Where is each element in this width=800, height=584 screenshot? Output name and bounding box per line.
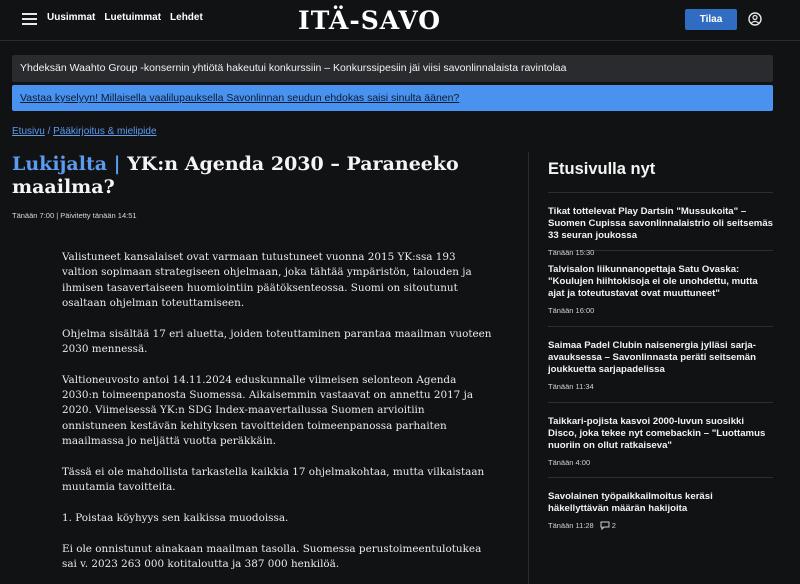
sidebar-list: Tikat tottelevat Play Dartsin "Mussukoit…	[548, 192, 773, 530]
poll-link[interactable]: Vastaa kyselyyn! Millaisella vaalilupauk…	[20, 92, 459, 104]
article-title: Lukijalta | YK:n Agenda 2030 – Paraneeko…	[12, 153, 512, 199]
comment-icon	[600, 521, 610, 530]
sidebar-item-headline[interactable]: Tikat tottelevat Play Dartsin "Mussukoit…	[548, 206, 773, 242]
nav-link-luetuimmat[interactable]: Luetuimmat	[104, 12, 161, 23]
comment-count[interactable]: 2	[600, 521, 616, 530]
timestamp: Tänään 11:34	[548, 382, 594, 391]
timestamp: Tänään 4:00	[548, 458, 591, 467]
article-meta: Tänään 7:00 | Päivitetty tänään 14:51	[12, 211, 137, 220]
comment-count-value: 2	[611, 521, 616, 530]
sidebar-item-headline[interactable]: Talvisalon liikunnanopettaja Satu Ovaska…	[548, 264, 773, 300]
nav-link-lehdet[interactable]: Lehdet	[170, 12, 203, 23]
article-paragraph: 1. Poistaa köyhyys sen kaikissa muodoiss…	[62, 511, 289, 524]
sidebar-title: Etusivulla nyt	[548, 160, 656, 178]
breadcrumb-home[interactable]: Etusivu	[12, 126, 45, 137]
sidebar-item-time: Tänään 16:00	[548, 306, 773, 315]
main-nav: Uusimmat Luetuimmat Lehdet	[47, 12, 203, 23]
sidebar-item[interactable]: Tikat tottelevat Play Dartsin "Mussukoit…	[548, 192, 773, 257]
breadcrumb-section[interactable]: Pääkirjoitus & mielipide	[53, 126, 156, 137]
sidebar-item-headline[interactable]: Savolainen työpaikkailmoitus keräsi häke…	[548, 491, 773, 515]
article-paragraph: Ei ole onnistunut ainakaan maailman taso…	[62, 542, 482, 570]
sidebar-item[interactable]: Saimaa Padel Clubin naisenergia jylläsi …	[548, 326, 773, 402]
user-icon[interactable]	[748, 12, 762, 26]
article-paragraph: Valtioneuvosto antoi 14.11.2024 eduskunn…	[62, 373, 474, 447]
nav-link-uusimmat[interactable]: Uusimmat	[47, 12, 95, 23]
sidebar-item-headline[interactable]: Taikkari-pojista kasvoi 2000-luvun suosi…	[548, 416, 773, 452]
article-paragraph: Valistuneet kansalaiset ovat varmaan tut…	[62, 251, 472, 309]
poll-banner[interactable]: Vastaa kyselyyn! Millaisella vaalilupauk…	[12, 85, 773, 111]
column-divider	[528, 152, 529, 584]
article-body: Valistuneet kansalaiset ovat varmaan tut…	[62, 250, 492, 584]
breadcrumb-separator: /	[44, 126, 54, 137]
timestamp: Tänään 15:30	[548, 248, 595, 257]
sidebar-item[interactable]: Savolainen työpaikkailmoitus keräsi häke…	[548, 477, 773, 530]
article-paragraph: Tässä ei ole mahdollista tarkastella kai…	[62, 465, 485, 494]
article-paragraph: Ohjelma sisältää 17 eri aluetta, joiden …	[62, 327, 492, 355]
breadcrumb: Etusivu / Pääkirjoitus & mielipide	[12, 126, 157, 137]
sidebar-item-time: Tänään 4:00	[548, 458, 773, 467]
article-section-label: Lukijalta |	[12, 153, 121, 175]
sidebar-item-headline[interactable]: Saimaa Padel Clubin naisenergia jylläsi …	[548, 340, 773, 376]
top-navigation-bar: Uusimmat Luetuimmat Lehdet ITÄ-SAVO Tila…	[0, 0, 800, 41]
sidebar-item-time: Tänään 11:28 2	[548, 521, 773, 530]
site-logo[interactable]: ITÄ-SAVO	[298, 6, 441, 35]
hamburger-menu-icon[interactable]	[22, 13, 37, 25]
sidebar-item-time: Tänään 11:34	[548, 382, 773, 391]
top-story-banner[interactable]: Yhdeksän Waahto Group -konsernin yhtiötä…	[12, 55, 773, 82]
subscribe-button[interactable]: Tilaa	[685, 9, 737, 30]
sidebar-item[interactable]: Taikkari-pojista kasvoi 2000-luvun suosi…	[548, 402, 773, 477]
timestamp: Tänään 16:00	[548, 306, 595, 315]
sidebar-item[interactable]: Talvisalon liikunnanopettaja Satu Ovaska…	[548, 250, 773, 326]
timestamp: Tänään 11:28	[548, 521, 594, 530]
